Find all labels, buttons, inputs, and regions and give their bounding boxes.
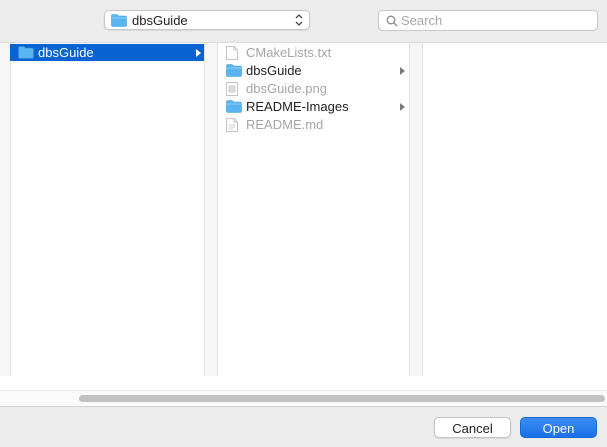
location-popup[interactable]: dbsGuide [104,10,310,30]
folder-icon [18,46,34,63]
search-field[interactable] [378,10,598,31]
document-icon [226,118,238,136]
folder-icon [111,14,127,30]
scrollbar-thumb[interactable] [79,395,605,402]
column-3 [423,43,607,376]
list-item-label: dbsGuide [38,45,94,60]
list-item-label: README-Images [246,99,349,114]
folder-icon [226,64,242,81]
search-icon [386,15,398,30]
list-item-readme-md[interactable]: README.md [218,116,409,133]
list-item-label: CMakeLists.txt [246,45,332,60]
list-item-cmakelists[interactable]: CMakeLists.txt [218,44,409,61]
list-item-dbsguide-folder[interactable]: dbsGuide [218,62,409,79]
list-item-dbsguide[interactable]: dbsGuide [10,44,204,61]
column-divider[interactable] [410,43,423,376]
column-browser: dbsGuide CMakeLists.txt dbsGuide dbsGuid… [0,42,607,376]
list-item-readme-images[interactable]: README-Images [218,98,409,115]
list-item-label: dbsGuide.png [246,81,327,96]
search-input[interactable] [401,12,591,29]
chevron-right-icon [196,49,201,57]
list-item-dbsguide-png[interactable]: dbsGuide.png [218,80,409,97]
column-divider[interactable] [205,43,218,376]
chevron-right-icon [400,67,405,75]
column-2: CMakeLists.txt dbsGuide dbsGuide.png REA… [218,43,410,376]
list-item-label: dbsGuide [246,63,302,78]
chevron-right-icon [400,103,405,111]
folder-icon [226,100,242,117]
chevron-updown-icon [295,13,303,27]
cancel-button[interactable]: Cancel [434,417,511,438]
horizontal-scroll-area [0,376,607,407]
open-button[interactable]: Open [520,417,597,438]
location-label: dbsGuide [132,13,188,28]
column-1: dbsGuide [10,43,205,376]
toolbar: dbsGuide [0,0,607,42]
dialog-footer: Cancel Open [0,406,607,447]
list-item-label: README.md [246,117,324,132]
